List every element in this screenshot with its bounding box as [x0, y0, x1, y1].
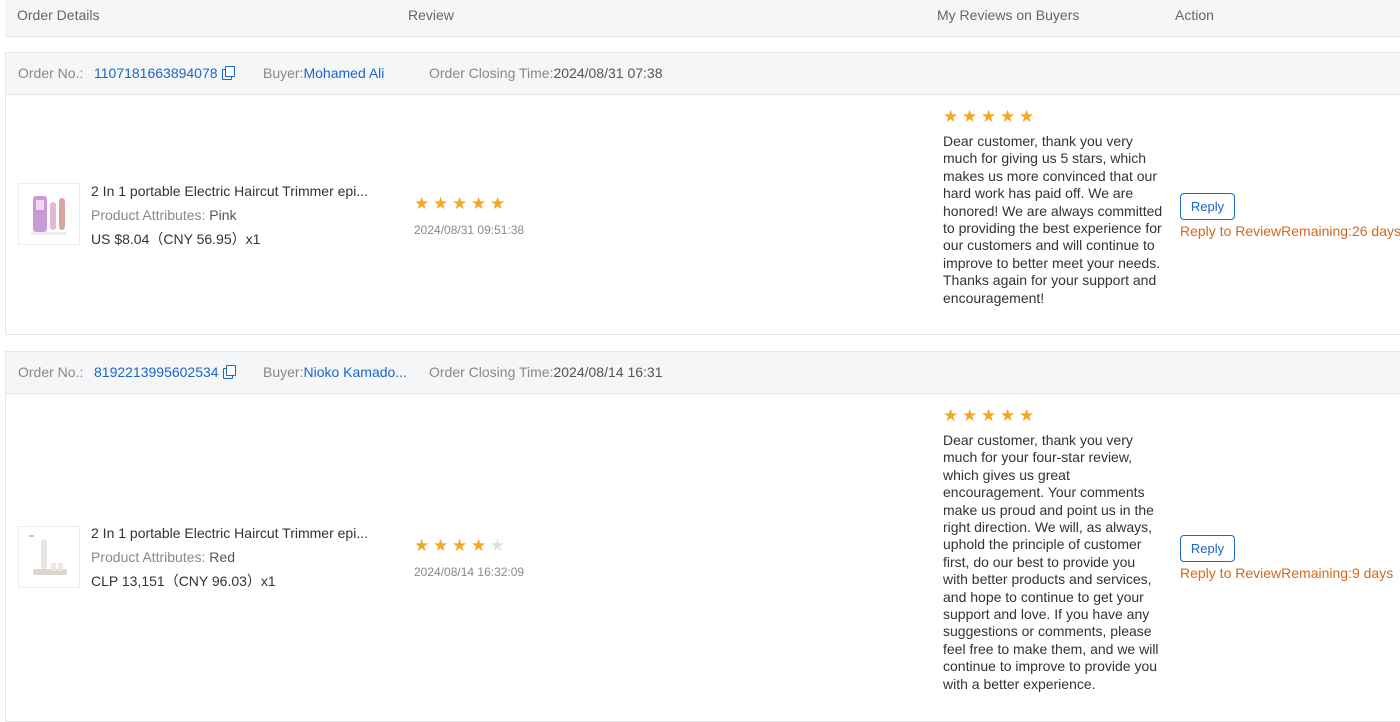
reply-button[interactable]: Reply: [1180, 193, 1235, 220]
star-icon: ★: [962, 107, 979, 126]
copy-icon[interactable]: [221, 66, 235, 80]
reply-to-review-label: Reply to Review: [1180, 223, 1282, 239]
review-date: 2024/08/14 16:32:09: [414, 565, 525, 579]
order-no-value[interactable]: 8192213995602534: [94, 364, 219, 380]
order-card: Order No.: 1107181663894078 Buyer:Mohame…: [5, 52, 1400, 335]
product-info: 2 In 1 portable Electric Haircut Trimmer…: [91, 521, 376, 593]
attr-value: Red: [209, 549, 235, 565]
my-rating: ★ ★ ★ ★ ★: [943, 107, 1038, 127]
star-icon: ★: [943, 406, 960, 425]
star-icon: ★: [490, 194, 507, 213]
star-icon: ★: [1019, 406, 1036, 425]
product-title[interactable]: 2 In 1 portable Electric Haircut Trimmer…: [91, 521, 376, 545]
closing-segment: Order Closing Time:2024/08/14 16:31: [429, 364, 662, 380]
order-no-label: Order No.:: [18, 364, 84, 380]
star-icon: ★: [490, 536, 507, 555]
order-no-link[interactable]: 8192213995602534: [94, 364, 236, 380]
attr-label: Product Attributes:: [91, 549, 206, 565]
star-icon: ★: [452, 536, 469, 555]
star-icon: ★: [433, 536, 450, 555]
copy-icon[interactable]: [222, 365, 236, 379]
product-attributes: Product Attributes: Pink: [91, 203, 376, 227]
reply-remaining: Reply to ReviewRemaining:9 days: [1180, 565, 1393, 581]
trimmer-image-icon: [31, 196, 67, 235]
star-icon: ★: [414, 536, 431, 555]
star-icon: ★: [471, 536, 488, 555]
star-icon: ★: [943, 107, 960, 126]
star-icon: ★: [414, 194, 431, 213]
remaining-days: Remaining:26 days: [1281, 223, 1400, 239]
buyer-link[interactable]: Mohamed Ali: [303, 65, 384, 81]
order-header: Order No.: 8192213995602534 Buyer:Nioko …: [6, 352, 1400, 394]
product-price: CLP 13,151（CNY 96.03）x1: [91, 573, 276, 589]
review-date: 2024/08/31 09:51:38: [414, 223, 525, 237]
reply-remaining: Reply to ReviewRemaining:26 days: [1180, 223, 1400, 239]
order-no-link[interactable]: 1107181663894078: [94, 65, 235, 81]
buyer-rating: ★ ★ ★ ★ ★: [414, 195, 509, 213]
star-icon: ★: [471, 194, 488, 213]
trimmer-image-icon: [29, 535, 67, 575]
col-order-details: Order Details: [17, 7, 100, 23]
closing-label: Order Closing Time:: [429, 364, 554, 380]
table-header: Order Details Review My Reviews on Buyer…: [5, 0, 1400, 37]
order-card: Order No.: 8192213995602534 Buyer:Nioko …: [5, 351, 1400, 722]
product-attributes: Product Attributes: Red: [91, 545, 376, 569]
reply-button[interactable]: Reply: [1180, 535, 1235, 562]
closing-time: 2024/08/14 16:31: [553, 364, 663, 380]
attr-label: Product Attributes:: [91, 207, 206, 223]
star-icon: ★: [1019, 107, 1036, 126]
attr-value: Pink: [209, 207, 237, 223]
col-action: Action: [1175, 7, 1214, 23]
buyer-link[interactable]: Nioko Kamado...: [303, 364, 407, 380]
star-icon: ★: [1000, 107, 1017, 126]
buyer-rating: ★ ★ ★ ★ ★: [414, 537, 509, 555]
buyer-segment: Buyer:Mohamed Ali: [263, 65, 384, 81]
star-icon: ★: [981, 107, 998, 126]
star-icon: ★: [452, 194, 469, 213]
reply-to-review-label: Reply to Review: [1180, 565, 1282, 581]
closing-time: 2024/08/31 07:38: [553, 65, 663, 81]
my-reply-text: Dear customer, thank you very much for y…: [943, 432, 1159, 692]
star-icon: ★: [433, 194, 450, 213]
product-thumbnail[interactable]: [18, 526, 80, 588]
my-rating: ★ ★ ★ ★ ★: [943, 406, 1038, 426]
col-review: Review: [408, 7, 454, 23]
order-no-label: Order No.:: [18, 65, 84, 81]
product-title[interactable]: 2 In 1 portable Electric Haircut Trimmer…: [91, 179, 376, 203]
buyer-label: Buyer:: [263, 65, 304, 81]
product-price: US $8.04（CNY 56.95）x1: [91, 231, 261, 247]
remaining-days: Remaining:9 days: [1281, 565, 1394, 581]
order-no-value[interactable]: 1107181663894078: [94, 65, 218, 81]
star-icon: ★: [962, 406, 979, 425]
buyer-segment: Buyer:Nioko Kamado...: [263, 364, 407, 380]
order-header: Order No.: 1107181663894078 Buyer:Mohame…: [6, 53, 1400, 95]
product-thumbnail[interactable]: [18, 183, 80, 245]
star-icon: ★: [981, 406, 998, 425]
my-reply-text: Dear customer, thank you very much for g…: [943, 133, 1163, 306]
col-my-reviews: My Reviews on Buyers: [937, 7, 1080, 23]
star-icon: ★: [1000, 406, 1017, 425]
closing-segment: Order Closing Time:2024/08/31 07:38: [429, 65, 662, 81]
closing-label: Order Closing Time:: [429, 65, 554, 81]
buyer-label: Buyer:: [263, 364, 304, 380]
product-info: 2 In 1 portable Electric Haircut Trimmer…: [91, 179, 376, 251]
